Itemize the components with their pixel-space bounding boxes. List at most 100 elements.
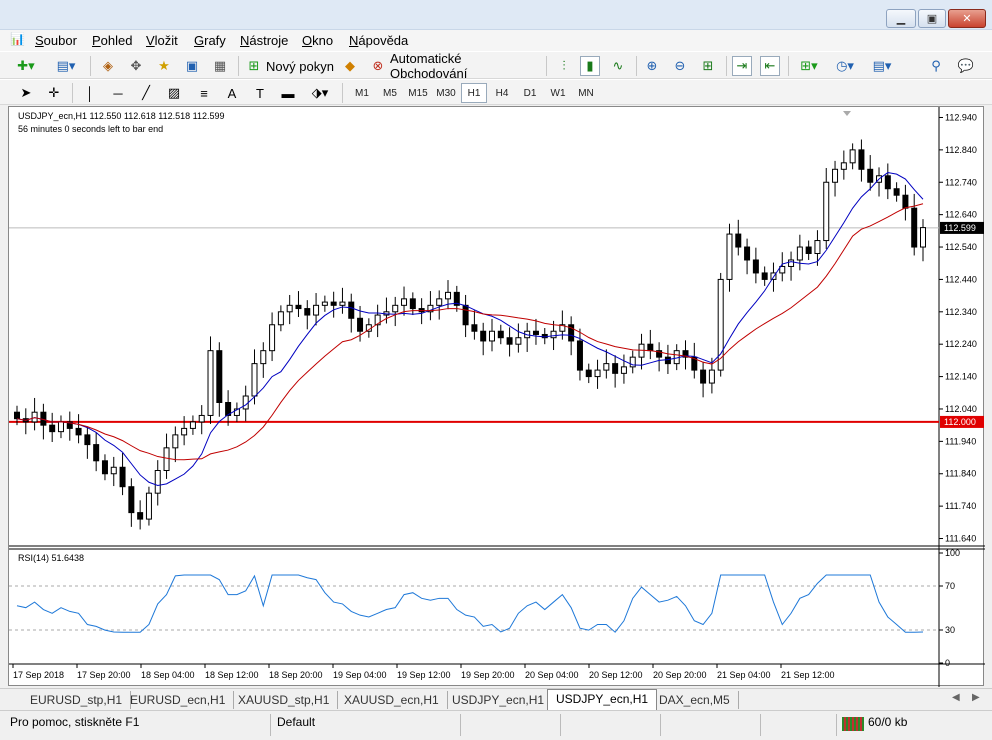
time-tick-label: 18 Sep 12:00 <box>205 670 259 680</box>
candle-body <box>189 421 196 429</box>
time-tick-label: 18 Sep 04:00 <box>141 670 195 680</box>
candle-body <box>128 486 135 514</box>
candle-body <box>172 434 179 449</box>
rectangle-icon[interactable]: ▬ <box>278 83 298 103</box>
tf-m30[interactable]: M30 <box>433 83 459 103</box>
menu-insert[interactable]: Vložit <box>146 33 178 48</box>
candle-body <box>647 343 654 352</box>
connection-icon <box>842 717 864 731</box>
text-icon[interactable]: A <box>222 83 242 103</box>
candle-body <box>445 291 452 300</box>
candle-body <box>321 301 328 306</box>
tf-m15[interactable]: M15 <box>405 83 431 103</box>
tab-eurusd-stp[interactable]: EURUSD_stp,H1 <box>22 691 132 709</box>
menu-window[interactable]: Okno <box>302 33 333 48</box>
price-tick-label: 112.240 <box>945 339 977 349</box>
tile-windows-icon[interactable]: ⊞ <box>698 56 718 76</box>
candle-body <box>532 330 539 335</box>
price-chart[interactable]: 112.940 112.840 112.740 112.640 112.540 112.4… <box>9 107 985 687</box>
title-bar: ▁ ▣ ✕ <box>0 0 992 30</box>
equidistant-channel-icon[interactable]: ▨ <box>164 83 184 103</box>
chat-icon[interactable]: 💬 <box>954 56 978 76</box>
vertical-line-icon[interactable]: │ <box>80 83 100 103</box>
zoom-in-icon[interactable]: ⊕ <box>642 56 662 76</box>
minimize-icon[interactable]: ▁ <box>886 9 916 28</box>
candle-body <box>49 424 56 433</box>
chart-shift-icon[interactable]: ⇤ <box>760 56 780 76</box>
tf-mn[interactable]: MN <box>573 83 599 103</box>
fibonacci-icon[interactable]: ≡ <box>194 83 214 103</box>
strategy-tester-icon[interactable]: ▦ <box>210 56 230 76</box>
tab-usdjpy-ecn[interactable]: USDJPY_ecn,H1 <box>444 691 554 709</box>
auto-trading-button[interactable]: Automatické Obchodování <box>390 51 540 81</box>
candle-body <box>585 369 592 378</box>
close-icon[interactable]: ✕ <box>948 9 986 28</box>
templates-icon[interactable]: ▤▾ <box>868 56 896 76</box>
candle-body <box>198 414 205 423</box>
tab-scroll-left-icon[interactable]: ◀ <box>952 692 960 703</box>
menu-charts[interactable]: Grafy <box>194 33 226 48</box>
data-window-icon[interactable]: ✥ <box>126 56 146 76</box>
tf-h4[interactable]: H4 <box>489 83 515 103</box>
status-bar: Pro pomoc, stiskněte F1 Default 60/0 kb <box>0 710 992 740</box>
price-tick-label: 112.640 <box>945 210 977 220</box>
maximize-icon[interactable]: ▣ <box>918 9 946 28</box>
profiles-icon[interactable]: ▤▾ <box>54 56 78 76</box>
tab-xauusd-stp[interactable]: XAUUSD_stp,H1 <box>230 691 339 709</box>
menu-tools[interactable]: Nástroje <box>240 33 288 48</box>
terminal-icon[interactable]: ▣ <box>182 56 202 76</box>
candle-body <box>392 304 399 313</box>
tab-dax-ecn[interactable]: DAX_ecn,M5 <box>651 691 739 709</box>
cursor-icon[interactable]: ➤ <box>16 83 36 103</box>
market-watch-icon[interactable]: ◈ <box>98 56 118 76</box>
metaeditor-icon[interactable]: ◆ <box>340 56 360 76</box>
zoom-out-icon[interactable]: ⊖ <box>670 56 690 76</box>
menu-help[interactable]: Nápověda <box>349 33 408 48</box>
tf-m5[interactable]: M5 <box>377 83 403 103</box>
candle-body <box>339 301 346 306</box>
indicators-icon[interactable]: ⊞▾ <box>796 56 822 76</box>
bar-timer: 56 minutes 0 seconds left to bar end <box>18 124 164 134</box>
auto-trading-icon[interactable]: ⊗ <box>368 56 388 76</box>
periods-icon[interactable]: ◷▾ <box>832 56 858 76</box>
candle-body <box>295 304 302 310</box>
candle-body <box>823 181 830 242</box>
new-order-button[interactable]: Nový pokyn <box>266 56 336 76</box>
new-chart-icon[interactable]: ✚▾ <box>14 56 38 76</box>
candle-body <box>304 308 311 316</box>
tf-m1[interactable]: M1 <box>349 83 375 103</box>
tab-xauusd-ecn[interactable]: XAUUSD_ecn,H1 <box>336 691 448 709</box>
candle-body <box>286 304 293 313</box>
tab-usdjpy-ecn-active[interactable]: USDJPY_ecn,H1 <box>547 689 658 710</box>
candle-body <box>181 427 188 436</box>
menu-file[interactable]: Soubor <box>35 33 77 48</box>
horizontal-line-icon[interactable]: ─ <box>108 83 128 103</box>
auto-scroll-icon[interactable]: ⇥ <box>732 56 752 76</box>
text-label-icon[interactable]: T <box>250 83 270 103</box>
crosshair-icon[interactable]: ✛ <box>44 83 64 103</box>
tab-scroll-right-icon[interactable]: ▶ <box>972 692 980 703</box>
candle-body <box>858 149 865 170</box>
candle-body <box>348 301 355 319</box>
time-tick-label: 19 Sep 04:00 <box>333 670 387 680</box>
candle-body <box>920 227 926 248</box>
trendline-icon[interactable]: ╱ <box>136 83 156 103</box>
new-order-icon[interactable]: ⊞ <box>244 56 264 76</box>
tf-h1[interactable]: H1 <box>461 83 487 103</box>
tab-eurusd-ecn[interactable]: EURUSD_ecn,H1 <box>122 691 235 709</box>
tf-w1[interactable]: W1 <box>545 83 571 103</box>
candle-body <box>884 175 891 190</box>
navigator-icon[interactable]: ★ <box>154 56 174 76</box>
candle-body <box>357 317 364 332</box>
line-chart-icon[interactable]: ∿ <box>608 56 628 76</box>
candlestick-chart-icon[interactable]: ▮ <box>580 56 600 76</box>
search-icon[interactable]: ⚲ <box>926 56 946 76</box>
tf-d1[interactable]: D1 <box>517 83 543 103</box>
candle-body <box>330 301 337 306</box>
shapes-icon[interactable]: ⬗▾ <box>306 83 334 103</box>
candle-body <box>752 259 759 274</box>
bar-chart-icon[interactable]: ⫶ <box>554 56 574 76</box>
menu-view[interactable]: Pohled <box>92 33 132 48</box>
chart-window[interactable]: 112.940 112.840 112.740 112.640 112.540 112.4… <box>8 106 985 687</box>
price-tick-label: 112.040 <box>945 404 977 414</box>
